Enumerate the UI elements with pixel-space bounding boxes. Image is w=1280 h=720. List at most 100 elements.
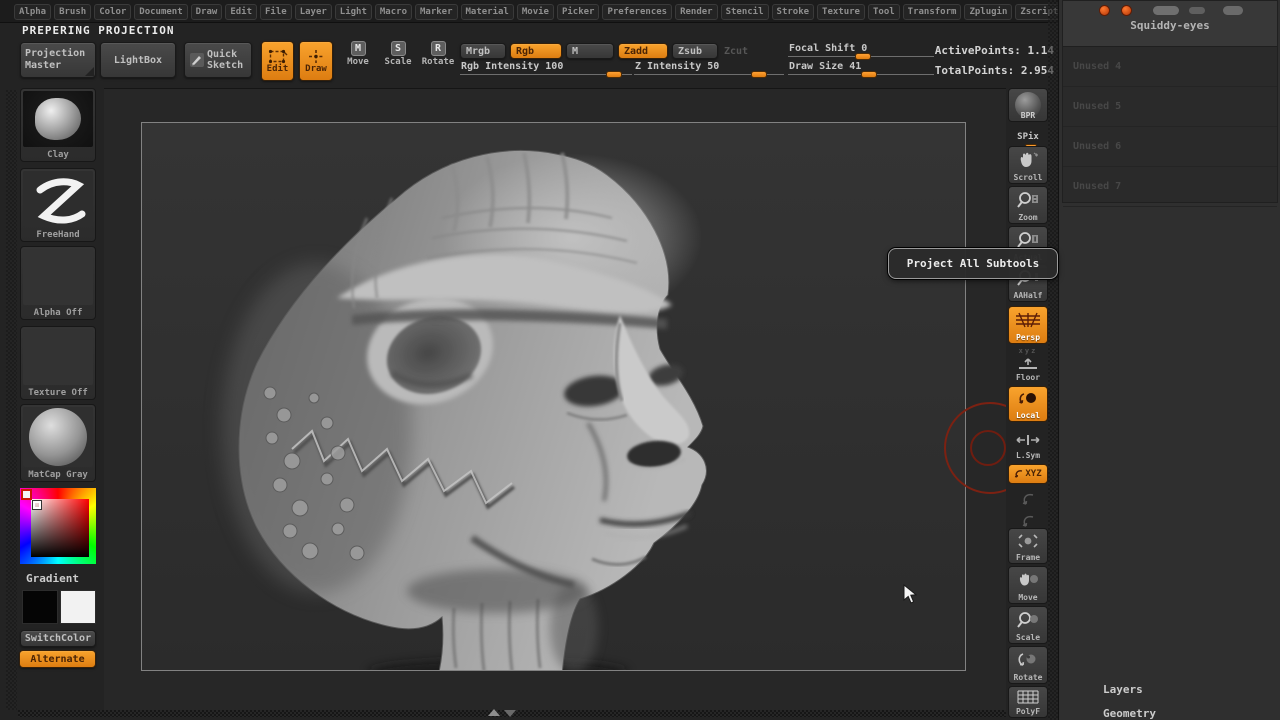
menu-item[interactable]: Stencil bbox=[721, 4, 769, 20]
rgb-intensity-slider[interactable]: Rgb Intensity 100 bbox=[460, 61, 632, 76]
hand-icon bbox=[1009, 147, 1047, 173]
zadd-button[interactable]: Zadd bbox=[618, 43, 668, 59]
menu-item[interactable]: Macro bbox=[375, 4, 412, 20]
m-button[interactable]: M bbox=[566, 43, 614, 59]
menu-item[interactable]: Marker bbox=[415, 4, 458, 20]
status-text: PREPERING PROJECTION bbox=[22, 24, 174, 37]
menu-item[interactable]: Color bbox=[94, 4, 131, 20]
main-color-swatch[interactable] bbox=[22, 590, 58, 624]
menu-item[interactable]: Transform bbox=[903, 4, 962, 20]
clay-brush-thumbnail bbox=[23, 91, 93, 147]
draw-size-slider[interactable]: Draw Size 41 bbox=[788, 61, 934, 76]
scale-button[interactable]: Scale bbox=[1008, 606, 1048, 644]
scale-mode-button[interactable]: S Scale bbox=[381, 41, 415, 81]
gradient-label[interactable]: Gradient bbox=[26, 572, 79, 585]
menu-item[interactable]: Layer bbox=[295, 4, 332, 20]
move-mode-button[interactable]: M Move bbox=[341, 41, 375, 81]
rotate-z-icon[interactable] bbox=[1008, 510, 1048, 530]
menu-item[interactable]: Edit bbox=[225, 4, 257, 20]
menu-item[interactable]: Brush bbox=[54, 4, 91, 20]
bottom-tray-divider[interactable] bbox=[18, 710, 1006, 717]
subtool-item-active[interactable]: Squiddy-eyes bbox=[1063, 1, 1277, 47]
rotate-mode-button[interactable]: R Rotate bbox=[421, 41, 455, 81]
rotate-button[interactable]: Rotate bbox=[1008, 646, 1048, 684]
polyframe-button[interactable]: PolyF bbox=[1008, 686, 1048, 718]
zoom-button[interactable]: Zoom bbox=[1008, 186, 1048, 224]
layers-section-header[interactable]: Layers bbox=[1103, 683, 1143, 696]
subtool-eye-icon[interactable] bbox=[1099, 5, 1110, 16]
subtool-item-unused[interactable]: Unused 6 bbox=[1063, 127, 1277, 167]
menu-item[interactable]: Material bbox=[461, 4, 514, 20]
tray-up-arrow-icon[interactable] bbox=[488, 709, 500, 716]
geometry-section-header[interactable]: Geometry bbox=[1103, 707, 1156, 720]
menu-item[interactable]: Alpha bbox=[14, 4, 51, 20]
menu-item[interactable]: Zplugin bbox=[964, 4, 1012, 20]
current-brush-tile[interactable]: Clay bbox=[20, 88, 96, 162]
subtool-brush-icon bbox=[1189, 7, 1205, 14]
tool-panel: Squiddy-eyes Unused 4Unused 5Unused 6Unu… bbox=[1058, 0, 1280, 720]
menu-item[interactable]: Tool bbox=[868, 4, 900, 20]
xyz-button[interactable]: XYZ bbox=[1008, 464, 1048, 484]
subtool-item-unused[interactable]: Unused 4 bbox=[1063, 47, 1277, 87]
draw-crosshair-icon bbox=[307, 49, 325, 64]
subtool-eye2-icon[interactable] bbox=[1121, 5, 1132, 16]
zcut-button[interactable]: Zcut bbox=[724, 46, 748, 57]
menu-item[interactable]: Render bbox=[675, 4, 718, 20]
current-alpha-tile[interactable]: Alpha Off bbox=[20, 246, 96, 320]
menu-item[interactable]: Movie bbox=[517, 4, 554, 20]
color-picker[interactable] bbox=[20, 488, 96, 564]
rotate-y-icon[interactable] bbox=[1008, 488, 1048, 508]
projection-master-button[interactable]: Projection Master bbox=[20, 42, 96, 78]
focal-shift-slider[interactable]: Focal Shift 0 bbox=[788, 43, 934, 58]
zbrush-app: { "colors":{"accent_orange":"#ee8b1c","c… bbox=[0, 0, 1280, 720]
scroll-button[interactable]: Scroll bbox=[1008, 146, 1048, 184]
freehand-stroke-thumbnail bbox=[23, 171, 93, 227]
z-intensity-slider[interactable]: Z Intensity 50 bbox=[634, 61, 784, 76]
tray-down-arrow-icon[interactable] bbox=[504, 710, 516, 717]
move-badge-icon: M bbox=[351, 41, 366, 56]
move-button[interactable]: Move bbox=[1008, 566, 1048, 604]
local-button[interactable]: Local bbox=[1008, 386, 1048, 422]
menu-item[interactable]: Preferences bbox=[602, 4, 672, 20]
zsub-button[interactable]: Zsub bbox=[672, 43, 718, 59]
document-area[interactable] bbox=[141, 122, 966, 671]
secondary-color-swatch[interactable] bbox=[60, 590, 96, 624]
spix-slider[interactable]: SPix bbox=[1008, 124, 1048, 144]
mrgb-button[interactable]: Mrgb bbox=[460, 43, 506, 59]
edit-button[interactable]: Edit bbox=[261, 41, 294, 81]
current-texture-tile[interactable]: Texture Off bbox=[20, 326, 96, 400]
recent-color-swatch[interactable] bbox=[21, 489, 32, 500]
draw-button[interactable]: Draw bbox=[299, 41, 333, 81]
menu-item[interactable]: Texture bbox=[817, 4, 865, 20]
local-pivot-icon bbox=[1009, 387, 1047, 411]
menu-item[interactable]: Stroke bbox=[772, 4, 815, 20]
canvas-viewport[interactable] bbox=[104, 88, 1006, 710]
current-material-tile[interactable]: MatCap Gray bbox=[20, 404, 96, 482]
sculpt-model bbox=[142, 123, 965, 670]
switch-color-button[interactable]: SwitchColor bbox=[20, 630, 96, 647]
left-tray-divider[interactable] bbox=[6, 90, 17, 710]
menu-item[interactable]: Light bbox=[335, 4, 372, 20]
lsym-button[interactable]: L.Sym bbox=[1008, 428, 1048, 462]
menu-item[interactable]: Picker bbox=[557, 4, 600, 20]
quick-sketch-button[interactable]: Quick Sketch bbox=[184, 42, 252, 78]
menu-item[interactable]: File bbox=[260, 4, 292, 20]
floor-button[interactable]: xyz Floor bbox=[1008, 346, 1048, 384]
lightbox-button[interactable]: LightBox bbox=[100, 42, 176, 78]
rotate-arrows-icon bbox=[1009, 647, 1047, 673]
fold-corner-icon bbox=[85, 67, 94, 76]
rotate-arc-icon bbox=[1014, 469, 1024, 479]
menu-item[interactable]: Document bbox=[134, 4, 187, 20]
bpr-button[interactable]: BPR bbox=[1008, 88, 1048, 122]
alternate-button[interactable]: Alternate bbox=[19, 650, 96, 668]
persp-button[interactable]: Persp bbox=[1008, 306, 1048, 344]
subtool-item-unused[interactable]: Unused 5 bbox=[1063, 87, 1277, 127]
rgb-button[interactable]: Rgb bbox=[510, 43, 562, 59]
frame-brackets-icon bbox=[1009, 529, 1047, 553]
subtool-item-unused[interactable]: Unused 7 bbox=[1063, 167, 1277, 207]
frame-button[interactable]: Frame bbox=[1008, 528, 1048, 564]
total-points-readout: TotalPoints: 2.954 bbox=[920, 64, 1054, 77]
menu-item[interactable]: Draw bbox=[191, 4, 223, 20]
right-tray-divider[interactable] bbox=[1048, 0, 1058, 720]
current-stroke-tile[interactable]: FreeHand bbox=[20, 168, 96, 242]
